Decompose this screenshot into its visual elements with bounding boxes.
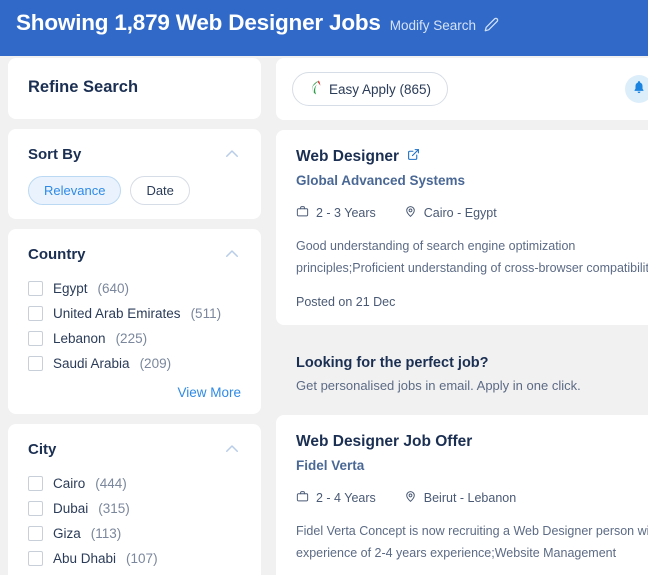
job-location: Beirut - Lebanon <box>404 490 516 506</box>
job-location: Cairo - Egypt <box>404 205 497 221</box>
facet-option-count: (444) <box>95 476 127 491</box>
facet-option-label: Cairo <box>53 476 85 491</box>
job-title[interactable]: Web Designer <box>296 148 399 166</box>
bell-icon <box>632 80 646 99</box>
facet-title: City <box>28 441 56 458</box>
job-location-label: Beirut - Lebanon <box>424 491 516 505</box>
sort-by-options: Relevance Date <box>28 176 241 205</box>
promo-subtitle: Get personalised jobs in email. Apply in… <box>296 378 648 393</box>
pencil-icon[interactable] <box>484 17 499 35</box>
facet-title: Country <box>28 246 86 263</box>
job-alert-bell-button[interactable] <box>625 75 648 103</box>
facet-sort-by-header[interactable]: Sort By <box>28 145 241 163</box>
facet-option-giza[interactable]: Giza (113) <box>28 521 241 546</box>
chevron-up-icon[interactable] <box>223 145 241 163</box>
job-alert-promo: Looking for the perfect job? Get persona… <box>276 335 648 415</box>
checkbox-icon[interactable] <box>28 356 43 371</box>
country-options: Egypt (640) United Arab Emirates (511) L… <box>28 276 241 376</box>
facet-country: Country Egypt (640) United Arab Emirates… <box>8 229 261 414</box>
facet-country-header[interactable]: Country <box>28 245 241 263</box>
job-meta: 2 - 3 Years Cairo - Egypt <box>296 205 648 221</box>
checkbox-icon[interactable] <box>28 331 43 346</box>
page-header: Showing 1,879 Web Designer Jobs Modify S… <box>0 0 648 56</box>
facet-option-lebanon[interactable]: Lebanon (225) <box>28 326 241 351</box>
job-experience-label: 2 - 3 Years <box>316 206 376 220</box>
location-pin-icon <box>404 205 417 221</box>
job-company[interactable]: Fidel Verta <box>296 458 648 473</box>
results-toolbar: Easy Apply (865) <box>276 58 648 120</box>
job-posted-date: Posted on 21 Dec <box>296 295 395 309</box>
facet-option-label: Abu Dhabi <box>53 551 116 566</box>
sort-option-date[interactable]: Date <box>130 176 189 205</box>
facet-option-count: (225) <box>116 331 148 346</box>
facet-option-count: (511) <box>191 306 222 321</box>
facet-sort-by: Sort By Relevance Date <box>8 129 261 219</box>
facet-city-header[interactable]: City <box>28 440 241 458</box>
facet-option-label: Egypt <box>53 281 88 296</box>
city-options: Cairo (444) Dubai (315) Giza (113) Abu D… <box>28 471 241 571</box>
job-experience: 2 - 3 Years <box>296 205 376 221</box>
job-location-label: Cairo - Egypt <box>424 206 497 220</box>
page-body: Refine Search Sort By Relevance Date Cou… <box>0 56 648 575</box>
checkbox-icon[interactable] <box>28 501 43 516</box>
facet-option-count: (315) <box>98 501 130 516</box>
modify-search-label: Modify Search <box>390 18 476 33</box>
job-experience: 2 - 4 Years <box>296 490 376 506</box>
briefcase-icon <box>296 205 309 221</box>
facet-option-cairo[interactable]: Cairo (444) <box>28 471 241 496</box>
facet-title: Sort By <box>28 146 81 163</box>
facet-option-label: Lebanon <box>53 331 106 346</box>
facet-city: City Cairo (444) Dubai (315) <box>8 424 261 575</box>
job-card[interactable]: Web Designer Job Offer Fidel Verta 2 - 4… <box>276 415 648 575</box>
facet-option-saudi-arabia[interactable]: Saudi Arabia (209) <box>28 351 241 376</box>
facet-option-count: (640) <box>98 281 130 296</box>
easy-apply-filter-label: Easy Apply (865) <box>329 82 431 97</box>
facet-option-dubai[interactable]: Dubai (315) <box>28 496 241 521</box>
country-view-more-link[interactable]: View More <box>28 385 241 400</box>
job-footer: Posted on 21 Dec <box>296 295 648 309</box>
job-description: Good understanding of search engine opti… <box>296 236 648 280</box>
chevron-up-icon[interactable] <box>223 440 241 458</box>
checkbox-icon[interactable] <box>28 526 43 541</box>
wuzzuf-leaf-icon <box>309 80 322 98</box>
easy-apply-filter-button[interactable]: Easy Apply (865) <box>292 72 448 106</box>
job-company[interactable]: Global Advanced Systems <box>296 173 648 188</box>
facet-option-label: United Arab Emirates <box>53 306 181 321</box>
facet-option-egypt[interactable]: Egypt (640) <box>28 276 241 301</box>
facet-option-label: Dubai <box>53 501 88 516</box>
facet-option-label: Saudi Arabia <box>53 356 130 371</box>
job-title[interactable]: Web Designer Job Offer <box>296 433 472 451</box>
refine-search-header-card: Refine Search <box>8 58 261 119</box>
checkbox-icon[interactable] <box>28 281 43 296</box>
facet-option-label: Giza <box>53 526 81 541</box>
facet-option-united-arab-emirates[interactable]: United Arab Emirates (511) <box>28 301 241 326</box>
checkbox-icon[interactable] <box>28 476 43 491</box>
page-title: Showing 1,879 Web Designer Jobs <box>16 10 381 36</box>
refine-search-sidebar: Refine Search Sort By Relevance Date Cou… <box>8 58 261 575</box>
job-experience-label: 2 - 4 Years <box>316 491 376 505</box>
checkbox-icon[interactable] <box>28 306 43 321</box>
job-results-panel: Easy Apply (865) Web Designer <box>276 58 648 575</box>
promo-title: Looking for the perfect job? <box>296 355 648 371</box>
facet-option-count: (113) <box>91 526 122 541</box>
checkbox-icon[interactable] <box>28 551 43 566</box>
facet-option-count: (107) <box>126 551 158 566</box>
modify-search-link[interactable]: Modify Search <box>390 17 499 35</box>
job-card[interactable]: Web Designer Global Advanced Systems <box>276 130 648 325</box>
job-meta: 2 - 4 Years Beirut - Lebanon <box>296 490 648 506</box>
chevron-up-icon[interactable] <box>223 245 241 263</box>
external-link-icon[interactable] <box>407 148 420 166</box>
facet-option-count: (209) <box>140 356 172 371</box>
facet-option-abu-dhabi[interactable]: Abu Dhabi (107) <box>28 546 241 571</box>
job-description: Fidel Verta Concept is now recruiting a … <box>296 521 648 565</box>
sort-option-relevance[interactable]: Relevance <box>28 176 121 205</box>
refine-search-title: Refine Search <box>28 78 241 97</box>
briefcase-icon <box>296 490 309 506</box>
location-pin-icon <box>404 490 417 506</box>
